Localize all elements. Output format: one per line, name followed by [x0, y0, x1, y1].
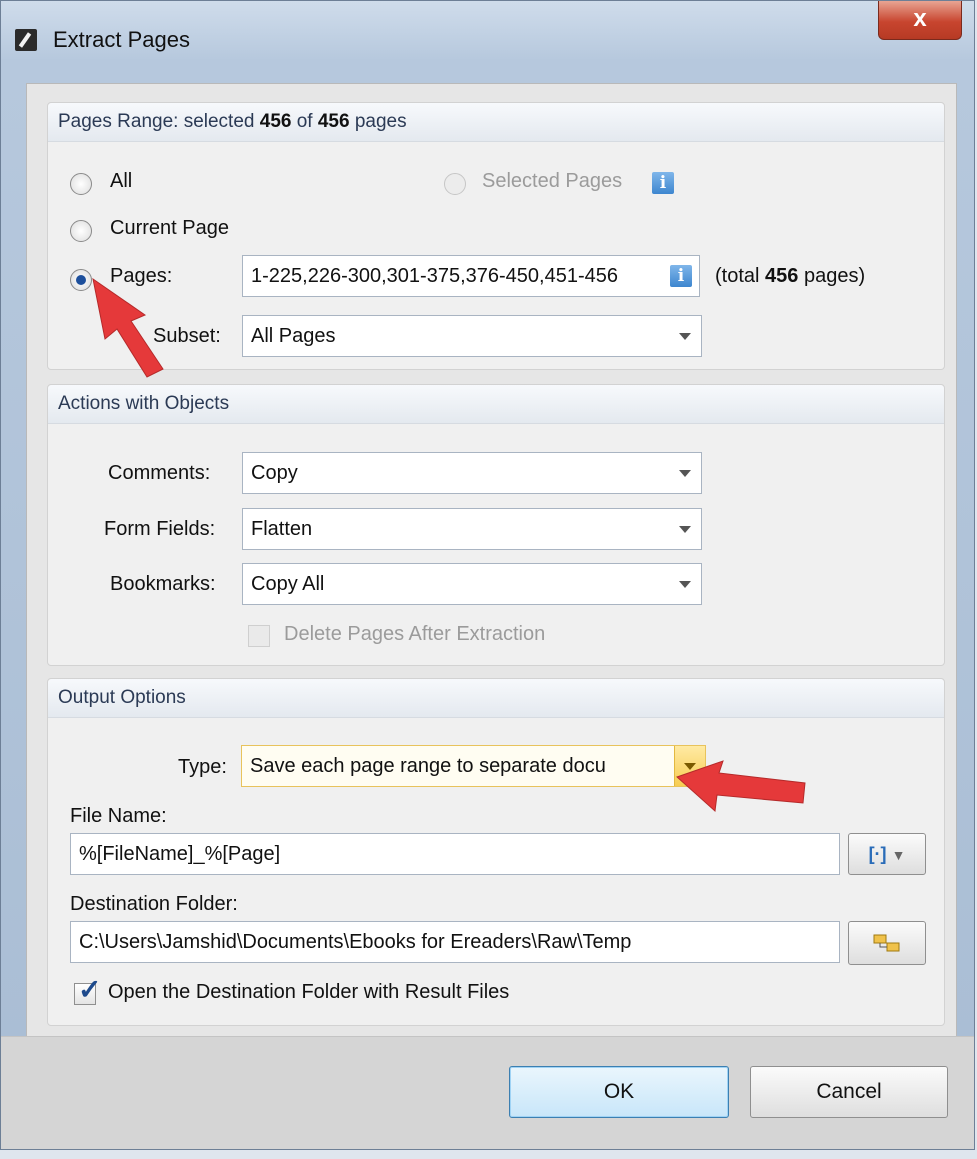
delete-pages-label: Delete Pages After Extraction — [284, 623, 546, 645]
radio-selected-pages — [444, 173, 466, 195]
browse-folder-icon — [873, 934, 900, 952]
form-fields-label: Form Fields: — [104, 518, 216, 540]
close-icon: x — [913, 5, 927, 32]
macro-icon: [·] — [868, 844, 887, 864]
radio-selected-pages-label: Selected Pages — [482, 170, 623, 192]
info-icon[interactable]: i — [652, 172, 674, 194]
dialog-body: Pages Range: selected 456 of 456 pages A… — [26, 83, 957, 1055]
dropdown-arrow-icon — [679, 470, 691, 477]
radio-current-page-label[interactable]: Current Page — [110, 217, 229, 240]
pages-range-group: Pages Range: selected 456 of 456 pages A… — [47, 102, 945, 370]
dialog-title: Extract Pages — [53, 27, 190, 52]
app-icon — [15, 29, 37, 51]
comments-label: Comments: — [108, 462, 211, 484]
bookmarks-label: Bookmarks: — [110, 573, 216, 595]
chevron-down-icon: ▼ — [891, 847, 906, 863]
actions-group: Actions with Objects Comments: Copy Form… — [47, 384, 945, 666]
destination-label: Destination Folder: — [70, 893, 238, 915]
output-header: Output Options — [48, 679, 944, 718]
selected-count: 456 — [259, 111, 292, 132]
actions-header: Actions with Objects — [48, 385, 944, 424]
dropdown-arrow-icon — [679, 581, 691, 588]
open-folder-checkbox[interactable]: ✓ — [74, 976, 101, 1005]
file-name-label: File Name: — [70, 805, 167, 827]
bookmarks-combo[interactable]: Copy All — [242, 563, 702, 605]
type-label: Type: — [178, 756, 227, 778]
annotation-arrow — [92, 277, 164, 378]
dropdown-arrow-icon — [679, 333, 691, 340]
open-folder-label[interactable]: Open the Destination Folder with Result … — [108, 981, 509, 1004]
annotation-arrow — [676, 760, 806, 813]
radio-all-label[interactable]: All — [110, 170, 132, 193]
comments-combo[interactable]: Copy — [242, 452, 702, 494]
extract-pages-dialog: Extract Pages x Pages Range: selected 45… — [0, 0, 975, 1150]
pages-range-header: Pages Range: selected 456 of 456 pages — [48, 103, 944, 142]
type-combo[interactable]: Save each page range to separate docu — [241, 745, 706, 787]
output-group: Output Options Type: Save each page rang… — [47, 678, 945, 1026]
browse-folder-button[interactable] — [848, 921, 926, 965]
delete-pages-checkbox — [248, 625, 270, 647]
radio-current-page[interactable] — [70, 220, 92, 242]
file-name-input[interactable]: %[FileName]_%[Page] — [70, 833, 840, 875]
close-button[interactable]: x — [878, 1, 962, 40]
dropdown-arrow-icon — [679, 526, 691, 533]
subset-combo[interactable]: All Pages — [242, 315, 702, 357]
title-bar[interactable]: Extract Pages x — [1, 1, 974, 83]
form-fields-combo[interactable]: Flatten — [242, 508, 702, 550]
pages-info-icon[interactable]: i — [670, 265, 692, 287]
ok-button[interactable]: OK — [509, 1066, 729, 1118]
radio-all[interactable] — [70, 173, 92, 195]
dialog-footer: OK Cancel — [1, 1036, 974, 1149]
macro-button[interactable]: [·] ▼ — [848, 833, 926, 875]
pages-input[interactable]: 1-225,226-300,301-375,376-450,451-456 — [242, 255, 700, 297]
total-pages-label: (total 456 pages) — [715, 265, 866, 287]
cancel-button[interactable]: Cancel — [750, 1066, 948, 1118]
destination-input[interactable]: C:\Users\Jamshid\Documents\Ebooks for Er… — [70, 921, 840, 963]
checkmark-icon: ✓ — [78, 974, 102, 1005]
total-count: 456 — [317, 111, 350, 132]
